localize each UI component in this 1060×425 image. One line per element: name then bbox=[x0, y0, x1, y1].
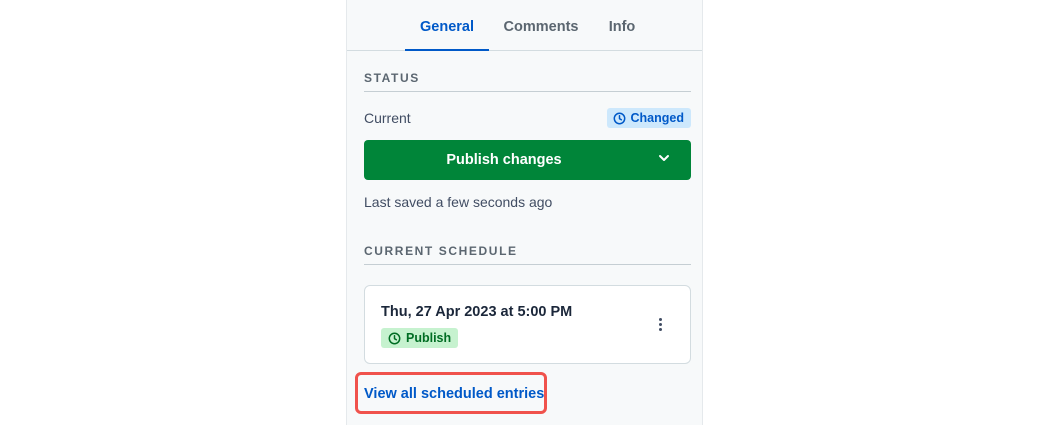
changed-status-badge: Changed bbox=[606, 108, 691, 128]
chevron-down-icon bbox=[657, 151, 671, 169]
tab-comments-label: Comments bbox=[503, 19, 579, 35]
scheduled-date-text: Thu, 27 Apr 2023 at 5:00 PM bbox=[381, 304, 573, 320]
tab-comments[interactable]: Comments bbox=[501, 0, 581, 50]
sidebar-tabs: General Comments Info bbox=[347, 0, 702, 51]
active-tab-indicator bbox=[405, 49, 489, 51]
current-schedule-section-title: CURRENT SCHEDULE bbox=[364, 244, 691, 265]
changed-badge-label: Changed bbox=[630, 111, 684, 125]
tab-general[interactable]: General bbox=[405, 0, 489, 51]
publish-split-button: Publish changes bbox=[364, 140, 691, 180]
scheduled-action-label: Publish bbox=[406, 331, 452, 345]
clock-icon bbox=[613, 112, 626, 125]
kebab-menu-icon[interactable] bbox=[652, 314, 668, 334]
publish-options-button[interactable] bbox=[637, 140, 691, 180]
tab-info-label: Info bbox=[608, 19, 636, 35]
clock-icon bbox=[388, 332, 401, 345]
tab-general-label: General bbox=[420, 19, 474, 35]
last-saved-text: Last saved a few seconds ago bbox=[364, 194, 553, 210]
entry-sidebar-panel: General Comments Info STATUS Current Cha… bbox=[346, 0, 703, 425]
scheduled-action-badge: Publish bbox=[381, 328, 459, 348]
current-status-label: Current bbox=[364, 110, 411, 126]
view-all-scheduled-entries-link[interactable]: View all scheduled entries bbox=[364, 386, 544, 402]
status-section-title: STATUS bbox=[364, 71, 691, 92]
publish-changes-button[interactable]: Publish changes bbox=[364, 140, 644, 180]
tab-info[interactable]: Info bbox=[604, 0, 640, 50]
scheduled-entry-card: Thu, 27 Apr 2023 at 5:00 PM Publish bbox=[364, 285, 691, 364]
